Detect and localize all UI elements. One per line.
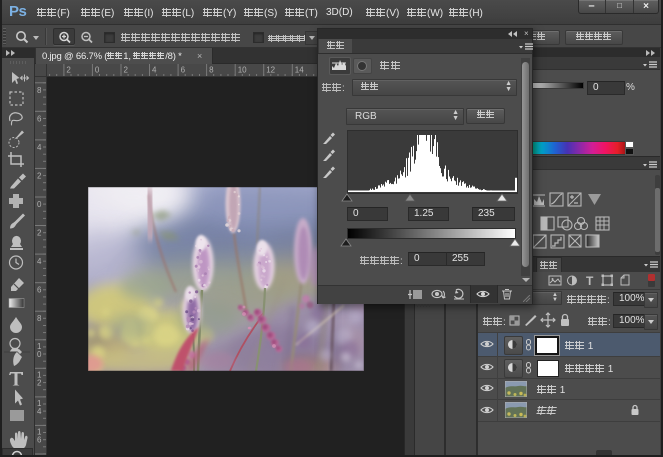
svg-text:0: 0 <box>37 350 42 359</box>
svg-text:2: 2 <box>66 66 71 75</box>
svg-text:2: 2 <box>37 229 42 238</box>
svg-text:10: 10 <box>238 66 247 75</box>
svg-text:14: 14 <box>295 66 304 75</box>
svg-text:4: 4 <box>152 66 157 75</box>
svg-text:6: 6 <box>181 66 186 75</box>
svg-text:2: 2 <box>37 171 42 180</box>
svg-text:8: 8 <box>209 66 214 75</box>
svg-text:6: 6 <box>37 435 42 444</box>
svg-text:4: 4 <box>37 143 42 152</box>
svg-text:6: 6 <box>37 286 42 295</box>
svg-text:12: 12 <box>266 66 275 75</box>
svg-text:8: 8 <box>37 86 42 95</box>
svg-text:2: 2 <box>37 378 42 387</box>
svg-text:8: 8 <box>37 314 42 323</box>
svg-text:0: 0 <box>95 66 100 75</box>
svg-text:4: 4 <box>37 407 42 416</box>
svg-text:0: 0 <box>37 200 42 209</box>
svg-text:6: 6 <box>37 114 42 123</box>
svg-text:T: T <box>586 274 594 288</box>
svg-text:2: 2 <box>124 66 129 75</box>
svg-text:4: 4 <box>37 257 42 266</box>
